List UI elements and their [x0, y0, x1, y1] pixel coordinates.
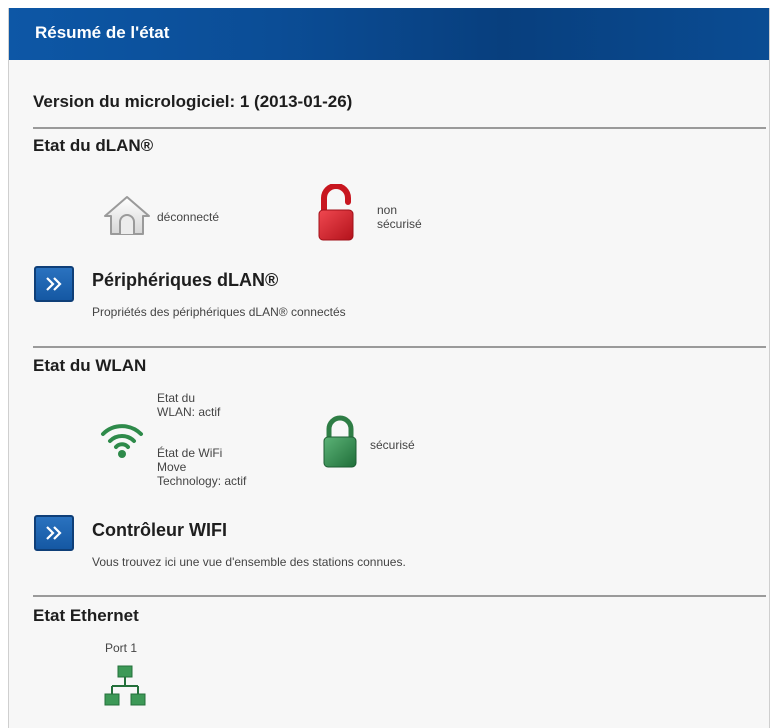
- double-chevron-right-icon: [46, 277, 62, 291]
- dlan-section-title: Etat du dLAN®: [33, 136, 154, 155]
- closed-lock-icon: [321, 415, 359, 469]
- panel-title: Résumé de l'état: [35, 23, 170, 42]
- wlan-section-title: Etat du WLAN: [33, 356, 147, 375]
- wifi-controller-link-title[interactable]: Contrôleur WIFI: [92, 520, 227, 541]
- house-icon: [103, 194, 151, 238]
- wifi-icon: [99, 419, 145, 459]
- dlan-security-status-line2: sécurisé: [377, 217, 422, 231]
- ethernet-section-title: Etat Ethernet: [33, 606, 139, 625]
- wlan-status-line2: WLAN: actif: [157, 405, 221, 419]
- double-chevron-right-icon: [46, 526, 62, 540]
- wlan-status-line1: Etat du: [157, 391, 196, 405]
- divider: [33, 127, 766, 129]
- open-lock-icon: [316, 183, 358, 242]
- dlan-devices-link-description: Propriétés des périphériques dLAN® conne…: [92, 305, 346, 319]
- wifi-move-status-line1: État de WiFi: [157, 446, 223, 460]
- dlan-security-status-line1: non: [377, 203, 398, 217]
- divider: [33, 595, 766, 597]
- firmware-version: Version du micrologiciel: 1 (2013-01-26): [33, 92, 353, 111]
- wifi-controller-button[interactable]: [34, 515, 74, 551]
- ethernet-port-label: Port 1: [105, 641, 138, 655]
- wifi-controller-link-description: Vous trouvez ici une vue d'ensemble des …: [92, 555, 406, 569]
- dlan-devices-link-title[interactable]: Périphériques dLAN®: [92, 270, 278, 291]
- network-icon: [103, 664, 147, 708]
- panel-header: Résumé de l'état: [9, 8, 769, 60]
- wifi-move-status-line2: Move: [157, 460, 187, 474]
- dlan-connection-status: déconnecté: [157, 210, 220, 224]
- divider: [33, 346, 766, 348]
- wifi-move-status-line3: Technology: actif: [157, 474, 247, 488]
- status-summary-panel: Résumé de l'état Version du micrologicie…: [8, 8, 770, 728]
- wlan-security-status: sécurisé: [370, 438, 415, 452]
- dlan-devices-button[interactable]: [34, 266, 74, 302]
